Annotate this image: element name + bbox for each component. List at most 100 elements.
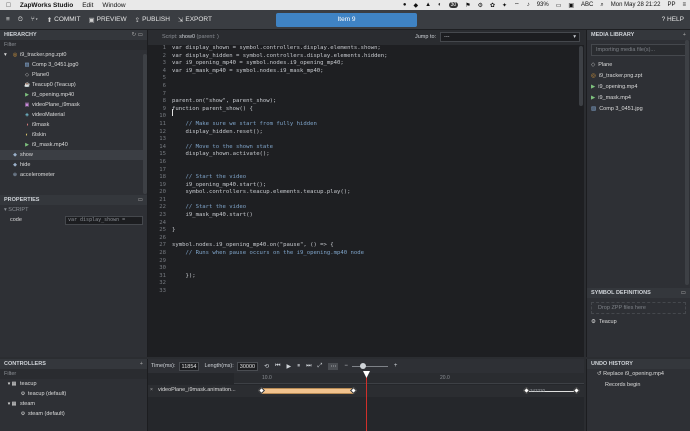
status-icon[interactable]: ⚑ [465,2,470,9]
chevron-down-icon[interactable]: ▾ [4,50,7,60]
media-item[interactable]: ▶ i9_mask.mp4 [587,93,690,104]
menu-edit[interactable]: Edit [82,2,93,9]
line-number: 1 [162,45,166,51]
snap-toggle[interactable]: ⋯ [328,362,339,370]
hierarchy-item[interactable]: ◇ Plane0 [0,70,147,80]
hierarchy-item[interactable]: ◈ videoMaterial [0,110,147,120]
pause-icon[interactable]: ⏸ [297,363,300,370]
app-menu[interactable]: ZapWorks Studio [20,2,73,9]
status-icon[interactable]: ◐ [438,2,442,8]
menu-icon[interactable]: ≡ [6,16,10,23]
commit-icon: ⬆ [46,16,53,24]
code-line: 32 [148,280,584,288]
tween-bar[interactable] [262,388,354,394]
zoom-slider-thumb[interactable] [359,362,366,369]
help-button[interactable]: ? HELP [662,16,684,23]
keyframe[interactable] [572,386,581,395]
play-icon[interactable]: ▶ [287,363,292,370]
hierarchy-item[interactable]: ◐ i9skin [0,130,147,140]
first-frame-icon[interactable]: ⏮ [275,363,280,370]
status-icon[interactable]: ◆ [413,2,418,9]
apple-menu-icon[interactable]:  [6,2,11,9]
undo-item[interactable]: ↺ Replace i9_opening.mp4 [587,369,690,380]
branch-icon[interactable]: ⑂▾ [31,16,39,23]
battery-icon[interactable]: ▭ [556,2,562,9]
fit-icon[interactable]: ⤢ [318,363,323,370]
status-icon[interactable]: ● [403,2,407,8]
media-item[interactable]: ▨ Comp 3_0451.jpg [587,104,690,115]
zpp-drop-zone[interactable]: Drop ZPP files here [591,302,686,314]
controller-item[interactable]: ▾ ▦ steam [0,399,147,409]
controller-item[interactable]: ⚙ steam (default) [0,409,147,419]
hierarchy-item[interactable]: ▶ i9_mask.mp40 [0,140,147,150]
symbol-icon: ⚙ [591,319,596,325]
script-section[interactable]: ▾ SCRIPT [0,205,147,215]
status-icon[interactable]: ⚙ [478,2,483,9]
code-property-field[interactable]: var display_shown = [65,216,143,225]
jump-to-select[interactable]: --- ▾ [440,32,580,42]
controllers-header: CONTROLLERS + [0,359,147,369]
hierarchy-item[interactable]: ⊕ accelerometer [0,170,147,180]
length-input[interactable]: 30000 [236,361,259,371]
zoom-out-icon[interactable]: − [344,363,348,369]
preview-button[interactable]: ▣ PREVIEW [89,16,127,24]
search-icon[interactable]: ⌕ [600,2,603,9]
export-button[interactable]: ⇲ EXPORT [178,16,212,24]
history-icon[interactable]: ⏲ [18,16,23,24]
symbol-item[interactable]: ⚙ Teacup [587,317,690,328]
flag-icon[interactable]: ▣ [568,2,574,9]
status-icon[interactable]: ▲ [425,2,431,8]
time-input[interactable]: 11854 [178,361,200,371]
hierarchy-filter[interactable]: Filter [0,40,147,50]
input-source[interactable]: ABC [581,2,593,8]
controllers-filter[interactable]: Filter [0,369,147,379]
controller-item[interactable]: ⚙ teacup (default) [0,389,147,399]
controller-item[interactable]: ▾ ▦ teacup [0,379,147,389]
editor-scrollbar[interactable] [579,46,583,106]
menu-window[interactable]: Window [102,2,125,9]
user-name[interactable]: PP [667,2,675,8]
wifi-icon[interactable]: ⌔ [514,1,520,9]
hierarchy-item[interactable]: ▣ videoPlane_i9mask [0,100,147,110]
clock[interactable]: Mon May 28 21:22 [611,2,661,8]
hierarchy-item[interactable]: ◑ i9mask [0,120,147,130]
playhead[interactable] [366,371,367,431]
code-area[interactable]: 1 var display_shown = symbol.controllers.… [148,45,584,357]
badge[interactable]: 30 [448,2,459,8]
hierarchy-item[interactable]: ▶ i9_opening.mp40 [0,90,147,100]
collapse-icon[interactable]: × [150,387,153,393]
loop-icon[interactable]: ⟲ [264,363,269,370]
undo-item[interactable]: Records begin [587,380,690,391]
hierarchy-item[interactable]: ▨ Comp 3_0451.jpg0 [0,60,147,70]
editor-tab[interactable]: Script: show0 (parent: ) [162,34,219,40]
zoom-slider[interactable] [351,362,388,369]
media-item[interactable]: ◇ Plane [587,60,690,71]
volume-icon[interactable]: ♪ [527,2,530,8]
last-frame-icon[interactable]: ⏭ [306,363,311,370]
keyframe[interactable] [522,386,531,395]
panel-controls[interactable]: ▭ [681,288,686,298]
panel-controls[interactable]: ↻ ▭ [132,30,143,40]
list-icon[interactable]: ≡ [682,2,686,8]
add-media-button[interactable]: + [683,30,686,40]
hierarchy-item[interactable]: ☕ Teacup0 (Teacup) [0,80,147,90]
code-text: parent.on("show", parent_show); [172,98,277,105]
media-item[interactable]: ◎ i9_tracker.png.zpt [587,71,690,82]
hierarchy-item[interactable]: ▾ ◎ i9_tracker.png.zpt0 [0,50,147,60]
hierarchy-item[interactable]: ◆ hide [0,160,147,170]
hierarchy-scrollbar[interactable] [143,54,147,194]
publish-button[interactable]: ⇪ PUBLISH [135,16,170,24]
commit-button[interactable]: ⬆ COMMIT [47,16,81,24]
project-tab[interactable]: Item 9 [276,13,417,27]
hierarchy-item[interactable]: ◆ show [0,150,147,160]
media-item[interactable]: ▶ i9_opening.mp4 [587,82,690,93]
media-scrollbar[interactable] [685,40,689,285]
battery-percent[interactable]: 93% [537,2,549,8]
status-icon[interactable]: ✿ [490,2,495,9]
add-controller-button[interactable]: + [140,359,143,369]
panel-controls[interactable]: ▭ [138,195,143,205]
track-label[interactable]: videoPlane_i9mask.animation... [158,387,236,393]
timeline-ruler[interactable]: 10.0 20.0 [234,373,584,384]
status-icon[interactable]: ✦ [502,2,507,9]
zoom-in-icon[interactable]: + [394,363,398,369]
